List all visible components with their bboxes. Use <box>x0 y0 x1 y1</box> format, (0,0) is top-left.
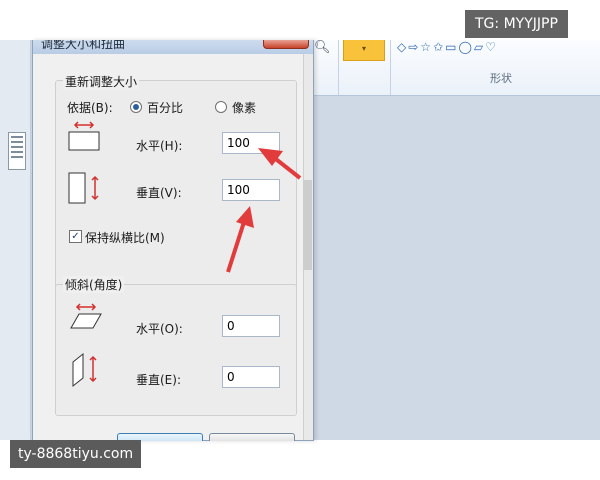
watermark-label: TG: MYYJJPP <box>465 10 568 38</box>
annotation-arrow-horizontal <box>258 148 302 180</box>
site-watermark: ty-8868tiyu.com <box>10 440 142 468</box>
annotation-arrow-vertical <box>226 206 254 273</box>
annotation-arrows <box>226 148 302 273</box>
